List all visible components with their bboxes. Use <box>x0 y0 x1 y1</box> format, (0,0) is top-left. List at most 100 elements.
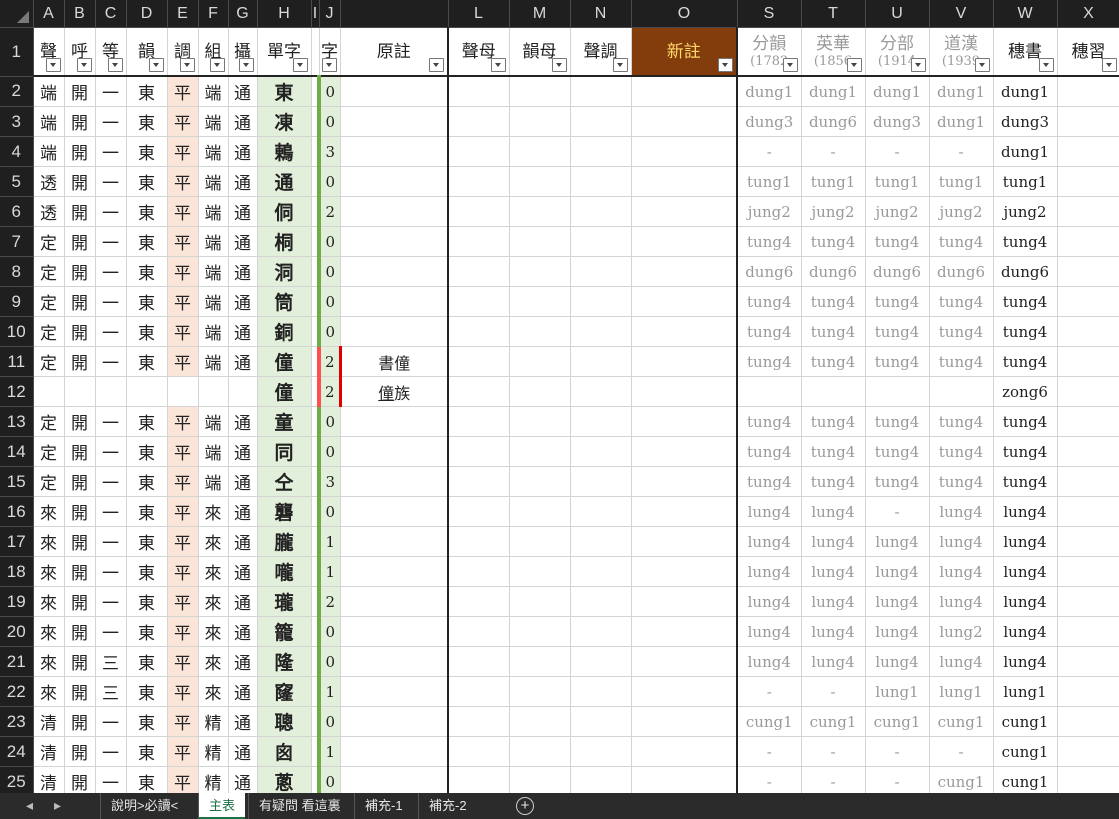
cell-tone-new[interactable] <box>570 376 632 407</box>
cell-initial-new[interactable] <box>448 226 510 257</box>
cell-initial[interactable]: 定 <box>33 226 65 257</box>
header-D[interactable]: 韻 <box>126 27 168 77</box>
sheet-tab[interactable]: 補充-2 <box>418 793 477 819</box>
cell-yinghua[interactable]: - <box>801 766 866 793</box>
cell-character[interactable]: 僮 <box>257 376 312 407</box>
cell-new-note[interactable] <box>631 646 738 677</box>
cell-group[interactable]: 來 <box>198 496 229 527</box>
cell-tone[interactable]: 平 <box>167 646 199 677</box>
cell-initial[interactable]: 清 <box>33 706 65 737</box>
filter-dropdown-icon[interactable] <box>612 58 628 72</box>
cell-final-new[interactable] <box>509 406 571 437</box>
cell-character[interactable]: 洞 <box>257 256 312 287</box>
cell-group[interactable]: 來 <box>198 526 229 557</box>
cell-new-note[interactable] <box>631 76 738 107</box>
cell-new-note[interactable] <box>631 676 738 707</box>
cell-fenyun[interactable]: tung4 <box>737 316 802 347</box>
cell-suixi[interactable] <box>1057 316 1119 347</box>
cell-character[interactable]: 童 <box>257 406 312 437</box>
cell-original-note[interactable] <box>340 556 449 587</box>
cell-count[interactable]: 0 <box>317 286 341 317</box>
cell-character[interactable]: 侗 <box>257 196 312 227</box>
select-all-corner[interactable] <box>0 0 34 28</box>
cell-final-new[interactable] <box>509 196 571 227</box>
column-header-J[interactable]: J <box>319 0 341 28</box>
cell-openness[interactable]: 開 <box>64 616 96 647</box>
cell-character[interactable]: 嚨 <box>257 556 312 587</box>
cell-suixi[interactable] <box>1057 106 1119 137</box>
cell-grade[interactable]: 一 <box>95 286 127 317</box>
cell-final-new[interactable] <box>509 676 571 707</box>
cell-final-new[interactable] <box>509 466 571 497</box>
cell-rhyme[interactable]: 東 <box>126 556 168 587</box>
cell-yinghua[interactable]: tung4 <box>801 316 866 347</box>
cell-class[interactable]: 通 <box>228 646 258 677</box>
cell-suishu[interactable]: tung4 <box>993 226 1058 257</box>
cell-class[interactable]: 通 <box>228 526 258 557</box>
cell-daohan[interactable]: lung4 <box>929 586 994 617</box>
cell-suishu[interactable]: dung3 <box>993 106 1058 137</box>
cell-tone-new[interactable] <box>570 436 632 467</box>
cell-tone[interactable]: 平 <box>167 406 199 437</box>
filter-dropdown-icon[interactable] <box>718 58 733 72</box>
cell-initial-new[interactable] <box>448 406 510 437</box>
cell-daohan[interactable]: lung4 <box>929 496 994 527</box>
column-header-S[interactable]: S <box>737 0 802 28</box>
cell-class[interactable]: 通 <box>228 196 258 227</box>
cell-fenbu[interactable]: tung4 <box>865 406 930 437</box>
cell-yinghua[interactable]: tung4 <box>801 406 866 437</box>
cell-rhyme[interactable]: 東 <box>126 256 168 287</box>
cell-suixi[interactable] <box>1057 736 1119 767</box>
column-header-H[interactable]: H <box>257 0 312 28</box>
cell-original-note[interactable] <box>340 316 449 347</box>
cell-new-note[interactable] <box>631 556 738 587</box>
cell-rhyme[interactable]: 東 <box>126 436 168 467</box>
cell-final-new[interactable] <box>509 766 571 793</box>
row-number[interactable]: 10 <box>0 316 34 347</box>
cell-fenbu[interactable]: dung1 <box>865 76 930 107</box>
cell-fenbu[interactable]: tung4 <box>865 346 930 377</box>
cell-character[interactable]: 鶇 <box>257 136 312 167</box>
cell-daohan[interactable]: tung4 <box>929 406 994 437</box>
cell-fenbu[interactable]: dung6 <box>865 256 930 287</box>
cell-tone[interactable]: 平 <box>167 766 199 793</box>
cell-suixi[interactable] <box>1057 586 1119 617</box>
cell-original-note[interactable] <box>340 586 449 617</box>
cell-yinghua[interactable]: dung6 <box>801 256 866 287</box>
cell-suixi[interactable] <box>1057 556 1119 587</box>
cell-new-note[interactable] <box>631 616 738 647</box>
cell-group[interactable]: 端 <box>198 436 229 467</box>
cell-suishu[interactable]: zong6 <box>993 376 1058 407</box>
cell-suishu[interactable]: lung4 <box>993 526 1058 557</box>
cell-tone-new[interactable] <box>570 106 632 137</box>
cell-new-note[interactable] <box>631 136 738 167</box>
cell-group[interactable]: 端 <box>198 196 229 227</box>
cell-final-new[interactable] <box>509 256 571 287</box>
cell-daohan[interactable]: lung4 <box>929 646 994 677</box>
cell-daohan[interactable]: - <box>929 736 994 767</box>
cell-openness[interactable]: 開 <box>64 196 96 227</box>
cell-tone-new[interactable] <box>570 766 632 793</box>
cell-yinghua[interactable]: - <box>801 136 866 167</box>
cell-yinghua[interactable]: lung4 <box>801 586 866 617</box>
cell-initial-new[interactable] <box>448 556 510 587</box>
cell-class[interactable]: 通 <box>228 286 258 317</box>
row-number[interactable]: 23 <box>0 706 34 737</box>
cell-character[interactable]: 囪 <box>257 736 312 767</box>
filter-dropdown-icon[interactable] <box>148 58 164 72</box>
cell-rhyme[interactable]: 東 <box>126 316 168 347</box>
cell-group[interactable]: 精 <box>198 766 229 793</box>
cell-tone[interactable]: 平 <box>167 316 199 347</box>
cell-initial[interactable]: 透 <box>33 166 65 197</box>
cell-class[interactable]: 通 <box>228 466 258 497</box>
row-number[interactable]: 11 <box>0 346 34 377</box>
cell-fenyun[interactable]: cung1 <box>737 706 802 737</box>
row-number[interactable]: 1 <box>0 27 34 77</box>
column-header-C[interactable]: C <box>95 0 127 28</box>
cell-final-new[interactable] <box>509 436 571 467</box>
cell-group[interactable]: 端 <box>198 286 229 317</box>
cell-class[interactable]: 通 <box>228 256 258 287</box>
cell-final-new[interactable] <box>509 376 571 407</box>
row-number[interactable]: 22 <box>0 676 34 707</box>
header-G[interactable]: 攝 <box>228 27 258 77</box>
